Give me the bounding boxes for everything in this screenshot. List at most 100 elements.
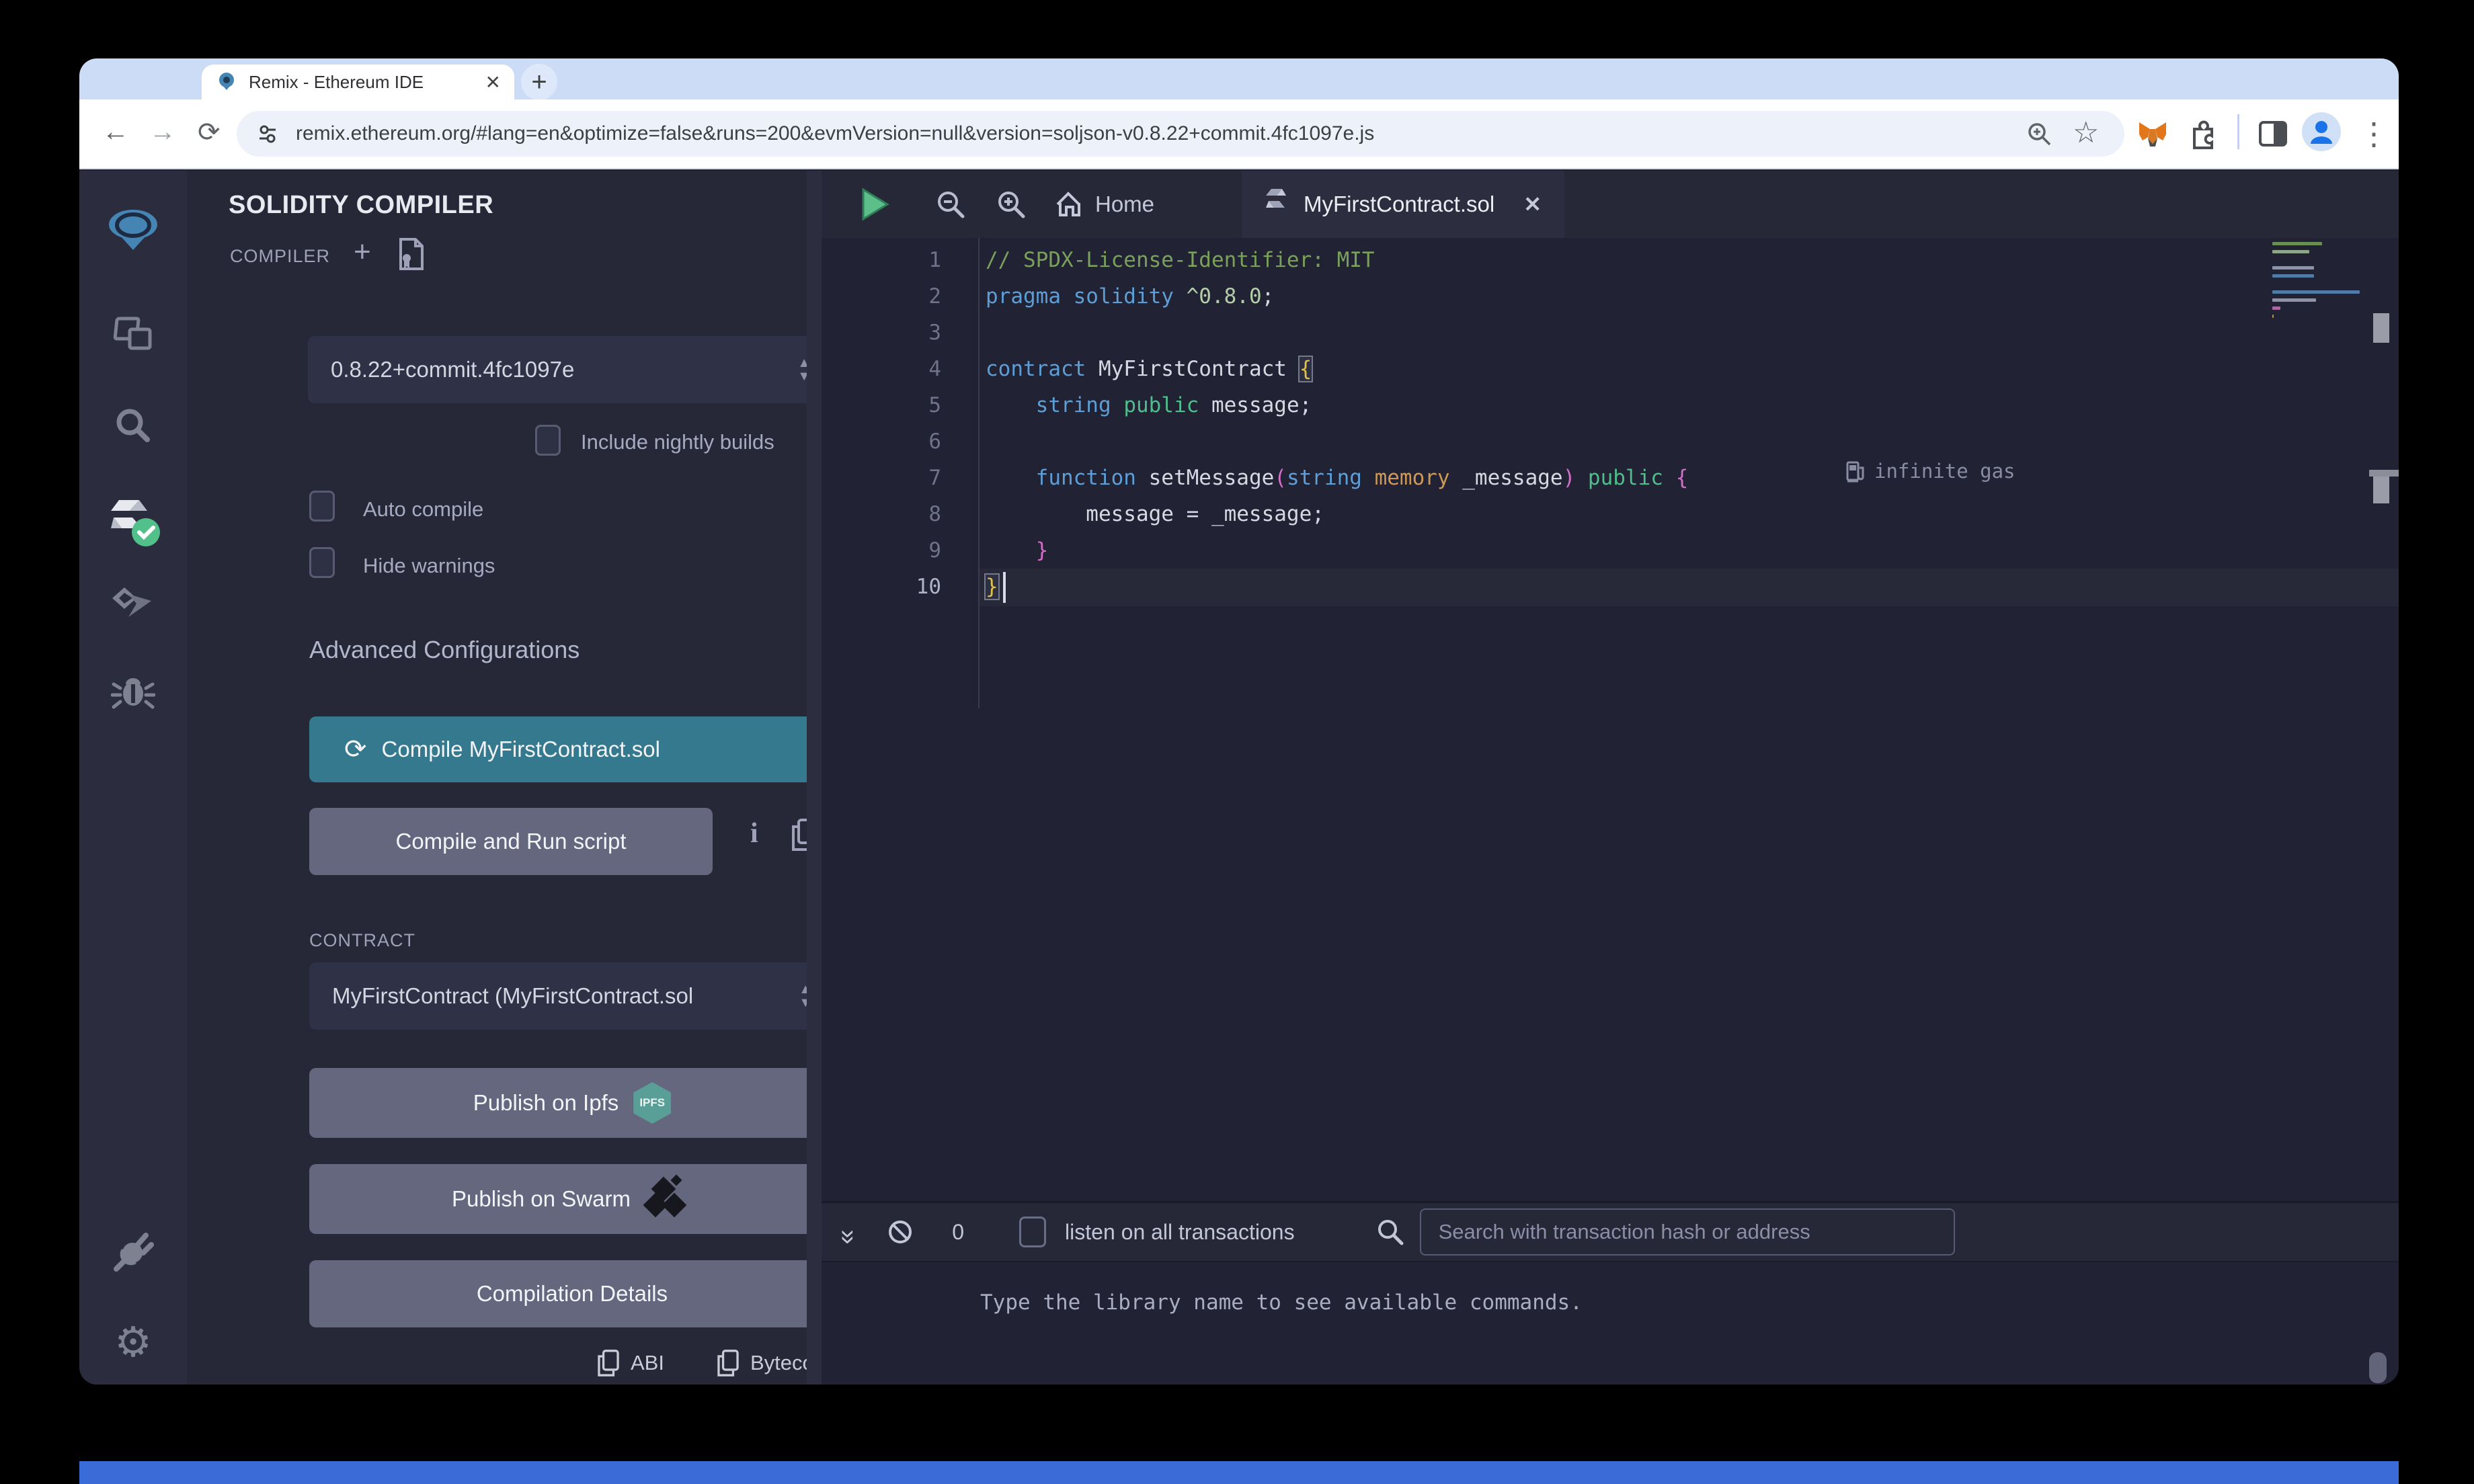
tab-home[interactable]: Home bbox=[1053, 171, 1154, 238]
minimap-line bbox=[2272, 306, 2280, 310]
line-number: 6 bbox=[822, 423, 978, 460]
browser-tab[interactable]: Remix - Ethereum IDE ✕ bbox=[202, 65, 514, 99]
tab-myfirstcontract[interactable]: MyFirstContract.sol ✕ bbox=[1242, 171, 1564, 238]
new-tab-button[interactable]: + bbox=[521, 64, 557, 100]
compile-button[interactable]: ⟳ Compile MyFirstContract.sol bbox=[309, 716, 817, 782]
gutter-divider bbox=[978, 238, 980, 708]
swarm-logo-icon bbox=[645, 1179, 692, 1219]
metamask-icon[interactable] bbox=[2137, 118, 2169, 151]
site-settings-icon[interactable] bbox=[255, 122, 280, 146]
compilation-details-button[interactable]: Compilation Details bbox=[309, 1260, 835, 1327]
terminal-message: Type the library name to see available c… bbox=[980, 1290, 1583, 1315]
code-content[interactable]: // SPDX-License-Identifier: MITpragma so… bbox=[986, 242, 2399, 605]
back-icon[interactable]: ← bbox=[102, 117, 129, 147]
code-line: contract MyFirstContract { bbox=[986, 351, 2399, 387]
line-number: 5 bbox=[822, 387, 978, 423]
add-compiler-icon[interactable]: + bbox=[354, 235, 371, 269]
hide-warnings-checkbox[interactable] bbox=[309, 547, 335, 578]
contract-select[interactable]: MyFirstContract (MyFirstContract.sol ▲▼ bbox=[309, 962, 835, 1030]
compiler-section-label: COMPILER bbox=[230, 246, 330, 267]
forward-icon[interactable]: → bbox=[149, 117, 176, 147]
publish-ipfs-button[interactable]: Publish on Ipfs IPFS bbox=[309, 1068, 835, 1138]
collapse-terminal-icon[interactable]: » bbox=[834, 1229, 864, 1235]
auto-compile-checkbox[interactable] bbox=[309, 491, 335, 522]
code-line: } bbox=[986, 569, 2399, 605]
screenshot-root: Remix - Ethereum IDE ✕ + ← → ⟳ remix.eth… bbox=[0, 0, 2474, 1484]
listen-transactions-checkbox[interactable] bbox=[1019, 1217, 1046, 1247]
nightly-builds-label: Include nightly builds bbox=[581, 430, 774, 454]
code-line: string public message; bbox=[986, 387, 2399, 423]
editor-scrollbar-thumb-2[interactable] bbox=[2373, 477, 2389, 503]
zoom-icon[interactable] bbox=[2026, 120, 2054, 149]
nightly-builds-checkbox[interactable] bbox=[535, 425, 561, 456]
gas-estimate-annotation: infinite gas bbox=[1846, 460, 2016, 483]
url-bar[interactable]: remix.ethereum.org/#lang=en&optimize=fal… bbox=[237, 111, 2124, 157]
info-icon[interactable]: i bbox=[750, 817, 758, 850]
code-line: pragma solidity ^0.8.0; bbox=[986, 278, 2399, 315]
side-panel-icon[interactable] bbox=[2258, 118, 2288, 149]
line-number: 10 bbox=[822, 569, 978, 605]
code-editor[interactable]: 12345678910 // SPDX-License-Identifier: … bbox=[822, 238, 2399, 1077]
contract-value: MyFirstContract (MyFirstContract.sol bbox=[332, 983, 811, 1009]
toolbar-divider bbox=[2237, 114, 2239, 149]
settings-gear-icon[interactable]: ⚙ bbox=[79, 1317, 187, 1366]
plugin-manager-icon[interactable] bbox=[79, 1226, 187, 1276]
copy-icon bbox=[715, 1348, 741, 1378]
terminal-search-icon bbox=[1375, 1217, 1405, 1247]
code-line: } bbox=[986, 532, 2399, 569]
solidity-compiler-panel: SOLIDITY COMPILER ✓ › COMPILER + 0.8.22+… bbox=[187, 171, 807, 1385]
tab-close-icon[interactable]: ✕ bbox=[485, 71, 501, 93]
advanced-configurations-toggle[interactable]: Advanced Configurations bbox=[309, 636, 580, 664]
terminal-search-input[interactable] bbox=[1420, 1208, 1955, 1255]
compile-refresh-icon: ⟳ bbox=[344, 734, 367, 765]
minimap-line bbox=[2272, 242, 2322, 245]
profile-avatar[interactable] bbox=[2302, 112, 2341, 151]
minimap-line bbox=[2272, 250, 2309, 253]
editor-scrollbar-thumb[interactable] bbox=[2373, 313, 2389, 343]
panel-scrollbar[interactable] bbox=[807, 171, 822, 1385]
code-line: // SPDX-License-Identifier: MIT bbox=[986, 242, 2399, 278]
listen-transactions-label: listen on all transactions bbox=[1065, 1220, 1295, 1245]
extensions-icon[interactable] bbox=[2188, 118, 2219, 149]
remix-logo-icon[interactable] bbox=[79, 203, 187, 261]
browser-window: Remix - Ethereum IDE ✕ + ← → ⟳ remix.eth… bbox=[79, 58, 2399, 1385]
file-explorer-icon[interactable] bbox=[79, 313, 187, 358]
minimap-line bbox=[2272, 266, 2314, 270]
background-window-edge bbox=[79, 1461, 2399, 1484]
close-tab-icon[interactable]: ✕ bbox=[1523, 192, 1542, 217]
line-number: 2 bbox=[822, 278, 978, 315]
browser-toolbar: ← → ⟳ remix.ethereum.org/#lang=en&optimi… bbox=[79, 99, 2399, 169]
line-number: 8 bbox=[822, 496, 978, 532]
panel-title: SOLIDITY COMPILER bbox=[229, 191, 493, 220]
terminal-scrollbar-thumb[interactable] bbox=[2369, 1352, 2387, 1383]
run-script-play-icon[interactable] bbox=[856, 187, 891, 222]
license-file-icon[interactable] bbox=[397, 238, 426, 272]
reload-icon[interactable]: ⟳ bbox=[198, 117, 221, 148]
publish-swarm-button[interactable]: Publish on Swarm bbox=[309, 1164, 835, 1234]
zoom-out-icon[interactable] bbox=[934, 188, 967, 220]
browser-menu-icon[interactable]: ⋮ bbox=[2358, 116, 2389, 152]
debugger-icon[interactable] bbox=[79, 669, 187, 717]
minimap-line bbox=[2272, 274, 2314, 278]
minimap[interactable] bbox=[2272, 242, 2360, 323]
compiler-version-select[interactable]: 0.8.22+commit.4fc1097e ▲▼ bbox=[308, 336, 834, 403]
code-line: message = _message; bbox=[986, 496, 2399, 532]
tab-title: Remix - Ethereum IDE bbox=[249, 72, 475, 93]
vertical-icon-rail: ⚙ bbox=[79, 171, 187, 1385]
copy-icon bbox=[596, 1348, 621, 1378]
minimap-line bbox=[2272, 298, 2316, 302]
remix-app: ⚙ SOLIDITY COMPILER ✓ › COMPILER + 0.8.2… bbox=[79, 171, 2399, 1385]
compile-and-run-button[interactable]: Compile and Run script bbox=[309, 808, 713, 875]
deploy-run-icon[interactable] bbox=[79, 582, 187, 632]
line-number: 4 bbox=[822, 351, 978, 387]
bookmark-star-icon[interactable]: ☆ bbox=[2073, 116, 2099, 150]
terminal-panel: » 0 listen on all transactions Type the … bbox=[822, 1201, 2399, 1385]
clear-console-icon[interactable] bbox=[886, 1218, 914, 1246]
search-icon[interactable] bbox=[79, 406, 187, 451]
solidity-compiler-icon-active[interactable] bbox=[79, 492, 187, 553]
editor-tabbar: Home MyFirstContract.sol ✕ bbox=[822, 171, 2399, 238]
file-tab-label: MyFirstContract.sol bbox=[1304, 192, 1507, 217]
zoom-in-icon[interactable] bbox=[995, 188, 1027, 220]
minimap-line bbox=[2272, 315, 2274, 318]
copy-abi-link[interactable]: ABI bbox=[596, 1348, 664, 1378]
